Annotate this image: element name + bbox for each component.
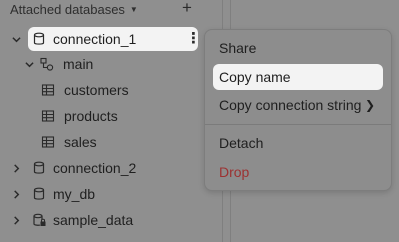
tree-item-label: sample_data: [53, 212, 134, 228]
chevron-down-icon[interactable]: [24, 60, 34, 69]
tree-item-customers[interactable]: customers: [41, 79, 129, 101]
menu-item-share[interactable]: Share: [213, 35, 383, 61]
tree-item-label: sales: [64, 134, 97, 150]
add-database-icon[interactable]: +: [182, 0, 192, 18]
chevron-right-icon[interactable]: [11, 215, 21, 225]
menu-item-label: Drop: [219, 164, 250, 180]
tree-item-products[interactable]: products: [41, 105, 118, 127]
menu-item-label: Share: [219, 40, 257, 56]
menu-item-copy-connection-string[interactable]: Copy connection string ❯: [213, 92, 383, 118]
chevron-right-icon: ❯: [364, 98, 375, 112]
tree-item-sample-data[interactable]: sample_data: [11, 209, 133, 231]
database-icon: [32, 161, 46, 175]
database-icon: [32, 32, 46, 46]
tree-item-my-db[interactable]: my_db: [11, 183, 95, 205]
context-menu: Share Copy name Copy connection string ❯…: [204, 29, 392, 191]
attached-databases-panel: Attached databases ▼ + connection_1 ⋮ mai…: [0, 0, 222, 242]
table-icon: [41, 109, 55, 123]
more-options-icon[interactable]: ⋮: [186, 29, 201, 47]
tree-item-label: connection_2: [53, 160, 137, 176]
tree-item-connection-1[interactable]: connection_1: [11, 28, 136, 50]
caret-down-icon: ▼: [129, 5, 138, 14]
chevron-down-icon[interactable]: [11, 35, 21, 44]
menu-item-label: Copy name: [219, 69, 291, 85]
table-icon: [41, 135, 55, 149]
database-lock-icon: [32, 213, 46, 227]
tree-item-label: products: [64, 108, 118, 124]
tree-item-label: connection_1: [53, 31, 137, 47]
menu-item-label: Copy connection string: [219, 97, 362, 113]
menu-item-drop[interactable]: Drop: [213, 159, 383, 185]
attached-databases-header[interactable]: Attached databases ▼: [10, 2, 138, 17]
tree-item-sales[interactable]: sales: [41, 131, 97, 153]
chevron-right-icon[interactable]: [11, 163, 21, 173]
menu-item-detach[interactable]: Detach: [213, 130, 383, 156]
tree-item-label: my_db: [53, 186, 96, 202]
menu-item-label: Detach: [219, 135, 264, 151]
tree-item-main[interactable]: main: [24, 53, 93, 75]
database-icon: [32, 187, 46, 201]
chevron-right-icon[interactable]: [11, 189, 21, 199]
schema-icon: [40, 57, 54, 71]
tree-item-label: main: [63, 56, 94, 72]
tree-item-connection-2[interactable]: connection_2: [11, 157, 136, 179]
attached-databases-title: Attached databases: [10, 2, 125, 17]
tree-item-label: customers: [64, 82, 129, 98]
menu-divider: [205, 124, 391, 125]
table-icon: [41, 83, 55, 97]
menu-item-copy-name[interactable]: Copy name: [213, 64, 383, 90]
